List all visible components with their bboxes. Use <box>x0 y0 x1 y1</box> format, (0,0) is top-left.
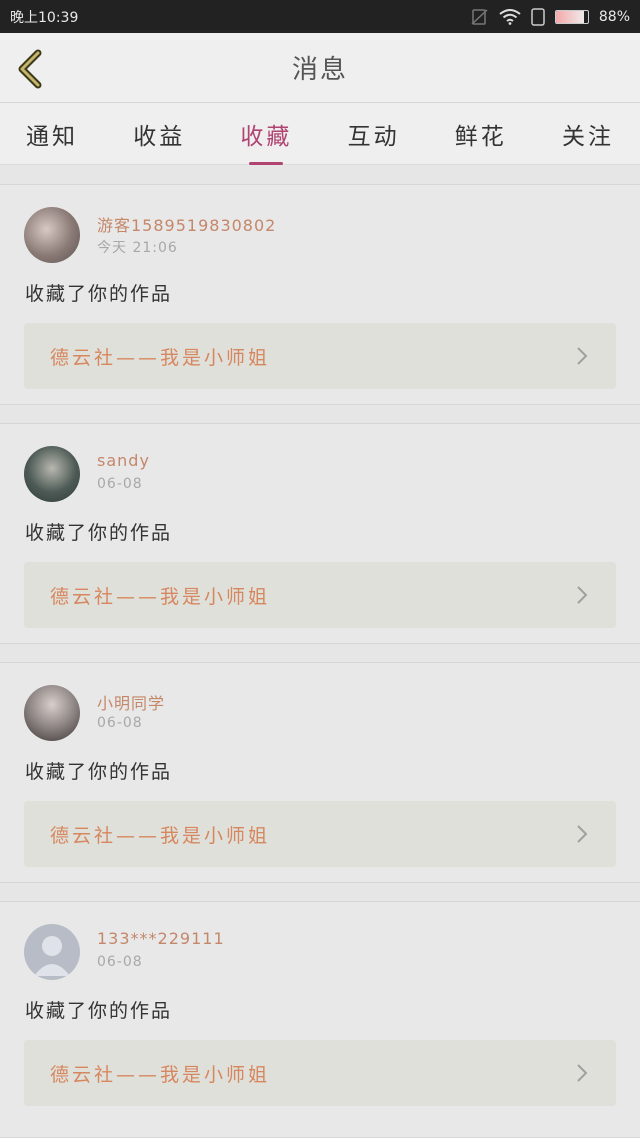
action-text: 收藏了你的作品 <box>25 1000 173 1022</box>
action-text: 收藏了你的作品 <box>25 522 173 544</box>
work-title: 德云社——我是小师姐 <box>50 346 271 369</box>
tab-interaction[interactable]: 互动 <box>344 111 404 157</box>
username[interactable]: 游客15895198308​02 <box>97 212 276 236</box>
list-item: sandy 06-08 收藏了你的作品 德云社——我是小师姐 <box>0 423 640 644</box>
chevron-right-icon <box>577 1064 588 1082</box>
back-button[interactable] <box>14 49 48 89</box>
work-title: 德云社——我是小师姐 <box>50 585 271 608</box>
battery-percent: 88% <box>598 8 630 25</box>
no-sim-icon <box>471 8 488 25</box>
list-item: 小明同学 06-08 收藏了你的作品 德云社——我是小师姐 <box>0 662 640 883</box>
chevron-right-icon <box>577 825 588 843</box>
tab-income[interactable]: 收益 <box>129 111 189 157</box>
tab-bar: 通知 收益 收藏 互动 鲜花 关注 <box>0 103 640 165</box>
action-text: 收藏了你的作品 <box>25 283 173 305</box>
default-avatar-icon <box>34 936 70 976</box>
work-link[interactable]: 德云社——我是小师姐 <box>24 1040 616 1106</box>
work-link[interactable]: 德云社——我是小师姐 <box>24 323 616 389</box>
action-text: 收藏了你的作品 <box>25 761 173 783</box>
work-link[interactable]: 德云社——我是小师姐 <box>24 801 616 867</box>
status-bar: 晚上10:39 88% <box>0 0 640 33</box>
status-time: 晚上10:39 <box>10 9 79 26</box>
username[interactable]: sandy <box>97 451 150 470</box>
chevron-right-icon <box>577 586 588 604</box>
battery-icon <box>554 9 589 24</box>
tab-favorites[interactable]: 收藏 <box>236 111 296 165</box>
list-item: 133***229111 06-08 收藏了你的作品 德云社——我是小师姐 <box>0 901 640 1138</box>
timestamp: 06-08 <box>97 954 143 970</box>
avatar[interactable] <box>24 207 80 263</box>
username[interactable]: 133***229111 <box>97 929 225 948</box>
list-item: 游客15895198308​02 今天 21:06 收藏了你的作品 德云社——我… <box>0 184 640 405</box>
work-link[interactable]: 德云社——我是小师姐 <box>24 562 616 628</box>
avatar[interactable] <box>24 685 80 741</box>
avatar[interactable] <box>24 446 80 502</box>
avatar[interactable] <box>24 924 80 980</box>
tab-notify[interactable]: 通知 <box>22 111 82 157</box>
page-title: 消息 <box>291 55 348 85</box>
timestamp: 今天 21:06 <box>97 240 178 256</box>
nav-bar: 消息 <box>0 33 640 103</box>
chevron-left-icon <box>18 49 42 89</box>
sim-icon <box>531 7 545 26</box>
timestamp: 06-08 <box>97 715 143 731</box>
timestamp: 06-08 <box>97 476 143 492</box>
battery-level <box>555 10 585 23</box>
username[interactable]: 小明同学 <box>97 690 165 714</box>
chevron-right-icon <box>577 347 588 365</box>
tab-follow[interactable]: 关注 <box>558 111 618 157</box>
tab-flowers[interactable]: 鲜花 <box>451 111 511 157</box>
work-title: 德云社——我是小师姐 <box>50 824 271 847</box>
work-title: 德云社——我是小师姐 <box>50 1063 271 1086</box>
status-icons: 88% <box>471 7 630 26</box>
wifi-icon <box>499 8 521 25</box>
favorites-feed: 游客15895198308​02 今天 21:06 收藏了你的作品 德云社——我… <box>0 166 640 1138</box>
